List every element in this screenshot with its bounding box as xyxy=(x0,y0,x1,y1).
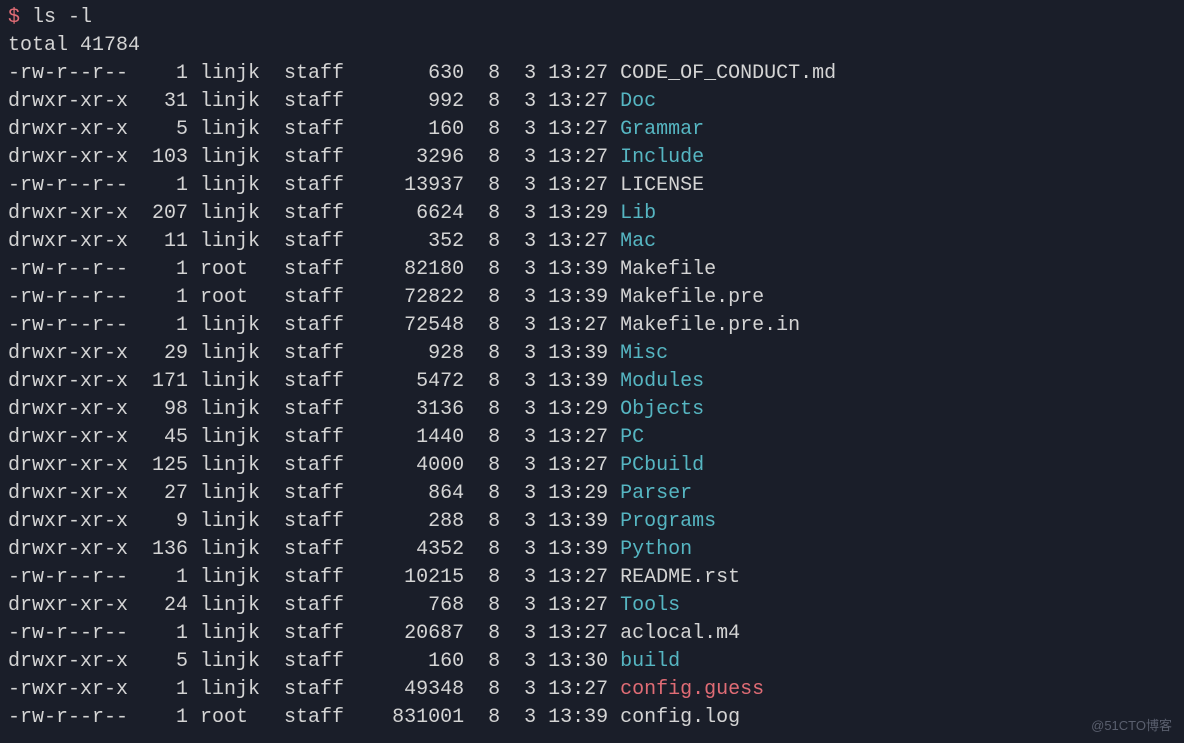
listing-row: -rw-r--r-- 1 root staff 831001 8 3 13:39… xyxy=(8,704,1176,732)
listing-row-meta: drwxr-xr-x 5 linjk staff 160 8 3 13:27 xyxy=(8,118,620,141)
listing-row: drwxr-xr-x 5 linjk staff 160 8 3 13:30 b… xyxy=(8,648,1176,676)
listing-row-name: Lib xyxy=(620,202,656,225)
listing-row-meta: drwxr-xr-x 24 linjk staff 768 8 3 13:27 xyxy=(8,594,620,617)
listing-row-meta: drwxr-xr-x 29 linjk staff 928 8 3 13:39 xyxy=(8,342,620,365)
prompt-symbol: $ xyxy=(8,6,20,29)
listing-row-meta: drwxr-xr-x 207 linjk staff 6624 8 3 13:2… xyxy=(8,202,620,225)
listing-row-name: build xyxy=(620,650,680,673)
listing-row-name: Makefile xyxy=(620,258,716,281)
listing-row-name: CODE_OF_CONDUCT.md xyxy=(620,62,836,85)
listing-row-meta: -rw-r--r-- 1 linjk staff 72548 8 3 13:27 xyxy=(8,314,620,337)
listing-row: drwxr-xr-x 207 linjk staff 6624 8 3 13:2… xyxy=(8,200,1176,228)
listing-row: drwxr-xr-x 27 linjk staff 864 8 3 13:29 … xyxy=(8,480,1176,508)
listing-row-name: README.rst xyxy=(620,566,740,589)
listing-row-name: aclocal.m4 xyxy=(620,622,740,645)
listing-row-meta: -rw-r--r-- 1 root staff 72822 8 3 13:39 xyxy=(8,286,620,309)
listing-row: drwxr-xr-x 45 linjk staff 1440 8 3 13:27… xyxy=(8,424,1176,452)
listing-row-meta: drwxr-xr-x 11 linjk staff 352 8 3 13:27 xyxy=(8,230,620,253)
listing-row-name: Include xyxy=(620,146,704,169)
listing-row: drwxr-xr-x 103 linjk staff 3296 8 3 13:2… xyxy=(8,144,1176,172)
listing-row-meta: drwxr-xr-x 27 linjk staff 864 8 3 13:29 xyxy=(8,482,620,505)
listing-row-name: PCbuild xyxy=(620,454,704,477)
listing-row-meta: drwxr-xr-x 171 linjk staff 5472 8 3 13:3… xyxy=(8,370,620,393)
listing-row-meta: -rw-r--r-- 1 root staff 831001 8 3 13:39 xyxy=(8,706,620,729)
listing-row: drwxr-xr-x 29 linjk staff 928 8 3 13:39 … xyxy=(8,340,1176,368)
listing-row: -rw-r--r-- 1 linjk staff 630 8 3 13:27 C… xyxy=(8,60,1176,88)
listing-row-meta: -rw-r--r-- 1 root staff 82180 8 3 13:39 xyxy=(8,258,620,281)
listing-row-meta: drwxr-xr-x 136 linjk staff 4352 8 3 13:3… xyxy=(8,538,620,561)
listing-row-meta: -rw-r--r-- 1 linjk staff 20687 8 3 13:27 xyxy=(8,622,620,645)
prompt-line: $ ls -l xyxy=(8,4,1176,32)
listing-row-meta: drwxr-xr-x 5 linjk staff 160 8 3 13:30 xyxy=(8,650,620,673)
listing-row-name: LICENSE xyxy=(620,174,704,197)
listing-row-name: Makefile.pre.in xyxy=(620,314,800,337)
listing-row: -rw-r--r-- 1 root staff 82180 8 3 13:39 … xyxy=(8,256,1176,284)
listing-row: drwxr-xr-x 171 linjk staff 5472 8 3 13:3… xyxy=(8,368,1176,396)
listing-row-name: Mac xyxy=(620,230,656,253)
listing-row: -rw-r--r-- 1 linjk staff 72548 8 3 13:27… xyxy=(8,312,1176,340)
listing-row-name: Tools xyxy=(620,594,680,617)
listing-row: -rw-r--r-- 1 linjk staff 13937 8 3 13:27… xyxy=(8,172,1176,200)
listing-row: -rw-r--r-- 1 linjk staff 20687 8 3 13:27… xyxy=(8,620,1176,648)
listing-row: drwxr-xr-x 24 linjk staff 768 8 3 13:27 … xyxy=(8,592,1176,620)
listing-row-name: Parser xyxy=(620,482,692,505)
listing-row-name: Programs xyxy=(620,510,716,533)
total-line: total 41784 xyxy=(8,32,1176,60)
listing-row: drwxr-xr-x 136 linjk staff 4352 8 3 13:3… xyxy=(8,536,1176,564)
listing-row-name: Misc xyxy=(620,342,668,365)
listing-row: -rwxr-xr-x 1 linjk staff 49348 8 3 13:27… xyxy=(8,676,1176,704)
listing-row-name: Grammar xyxy=(620,118,704,141)
listing-row-name: Makefile.pre xyxy=(620,286,764,309)
listing-row-meta: drwxr-xr-x 31 linjk staff 992 8 3 13:27 xyxy=(8,90,620,113)
listing-row-name: config.guess xyxy=(620,678,764,701)
listing-row-name: Doc xyxy=(620,90,656,113)
listing-row: -rw-r--r-- 1 linjk staff 10215 8 3 13:27… xyxy=(8,564,1176,592)
listing-row-name: Modules xyxy=(620,370,704,393)
listing-row-meta: -rwxr-xr-x 1 linjk staff 49348 8 3 13:27 xyxy=(8,678,620,701)
command-text: ls -l xyxy=(32,6,92,29)
listing-row-meta: -rw-r--r-- 1 linjk staff 630 8 3 13:27 xyxy=(8,62,620,85)
listing-row-name: PC xyxy=(620,426,644,449)
listing-row: drwxr-xr-x 125 linjk staff 4000 8 3 13:2… xyxy=(8,452,1176,480)
listing-row-meta: drwxr-xr-x 98 linjk staff 3136 8 3 13:29 xyxy=(8,398,620,421)
listing-row-name: Objects xyxy=(620,398,704,421)
listing-row: drwxr-xr-x 5 linjk staff 160 8 3 13:27 G… xyxy=(8,116,1176,144)
listing-row-meta: drwxr-xr-x 125 linjk staff 4000 8 3 13:2… xyxy=(8,454,620,477)
listing-row-meta: drwxr-xr-x 45 linjk staff 1440 8 3 13:27 xyxy=(8,426,620,449)
listing-row-name: config.log xyxy=(620,706,740,729)
listing-row-name: Python xyxy=(620,538,692,561)
watermark: @51CTO博客 xyxy=(1091,717,1172,735)
listing-row: drwxr-xr-x 11 linjk staff 352 8 3 13:27 … xyxy=(8,228,1176,256)
listing-row-meta: -rw-r--r-- 1 linjk staff 10215 8 3 13:27 xyxy=(8,566,620,589)
listing-row: -rw-r--r-- 1 root staff 72822 8 3 13:39 … xyxy=(8,284,1176,312)
listing-row: drwxr-xr-x 98 linjk staff 3136 8 3 13:29… xyxy=(8,396,1176,424)
listing-row-meta: drwxr-xr-x 9 linjk staff 288 8 3 13:39 xyxy=(8,510,620,533)
listing-row: drwxr-xr-x 31 linjk staff 992 8 3 13:27 … xyxy=(8,88,1176,116)
listing-row-meta: drwxr-xr-x 103 linjk staff 3296 8 3 13:2… xyxy=(8,146,620,169)
listing-row: drwxr-xr-x 9 linjk staff 288 8 3 13:39 P… xyxy=(8,508,1176,536)
file-listing: -rw-r--r-- 1 linjk staff 630 8 3 13:27 C… xyxy=(8,60,1176,732)
listing-row-meta: -rw-r--r-- 1 linjk staff 13937 8 3 13:27 xyxy=(8,174,620,197)
